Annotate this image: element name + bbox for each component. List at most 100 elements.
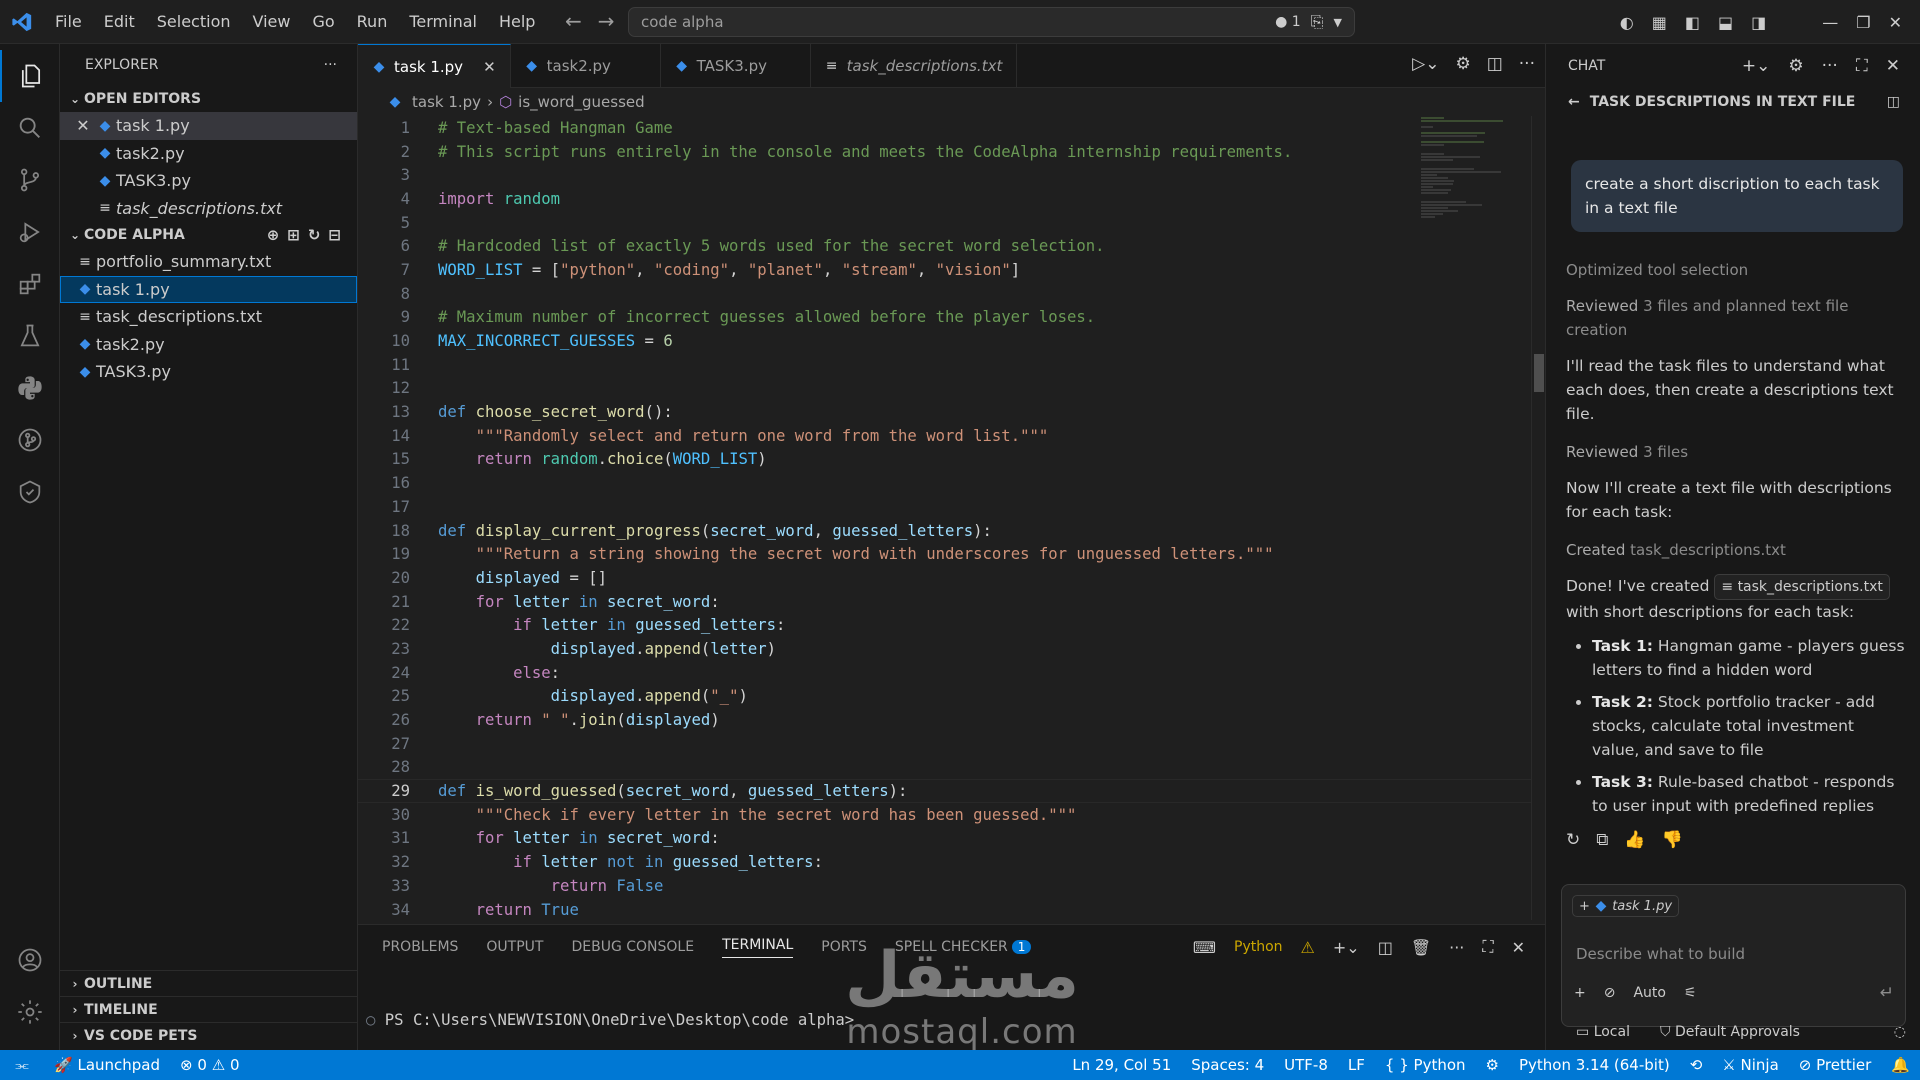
approvals-mode[interactable]: ⛉ Default Approvals bbox=[1660, 1024, 1800, 1040]
breadcrumb-file[interactable]: task 1.py bbox=[412, 93, 481, 111]
open-editor-item[interactable]: ◆ TASK3.py bbox=[60, 167, 357, 195]
panel-tab-debug-console[interactable]: DEBUG CONSOLE bbox=[571, 939, 694, 955]
thumbs-up-icon[interactable]: 👍 bbox=[1624, 828, 1645, 852]
step-detail[interactable]: task_descriptions.txt bbox=[1630, 541, 1786, 559]
editor-tab[interactable]: ≡ task_descriptions.txt bbox=[811, 44, 1018, 88]
language-mode[interactable]: { } Python bbox=[1375, 1056, 1476, 1074]
remote-icon[interactable]: ⫘ bbox=[0, 1050, 44, 1080]
editor-scrollbar[interactable] bbox=[1531, 116, 1545, 920]
close-window-icon[interactable]: ✕ bbox=[1889, 13, 1902, 32]
chat-settings-icon[interactable]: ⚙ bbox=[1788, 56, 1803, 76]
file-tree-item[interactable]: ◆ task 1.py bbox=[60, 275, 357, 303]
minimize-icon[interactable]: — bbox=[1822, 13, 1838, 32]
kill-terminal-icon[interactable]: 🗑 bbox=[1411, 938, 1431, 957]
menu-item-view[interactable]: View bbox=[242, 12, 302, 31]
editor-tab[interactable]: ◆ TASK3.py bbox=[661, 44, 811, 88]
panel-tab-output[interactable]: OUTPUT bbox=[486, 939, 543, 955]
open-editor-item[interactable]: ≡ task_descriptions.txt bbox=[60, 195, 357, 223]
new-chat-icon[interactable]: +⌄ bbox=[1742, 56, 1771, 76]
ninja[interactable]: ⚔ Ninja bbox=[1712, 1056, 1789, 1074]
panel-tab-problems[interactable]: PROBLEMS bbox=[382, 939, 458, 955]
python-icon[interactable] bbox=[0, 362, 60, 414]
notifications-bell-icon[interactable]: 🔔 bbox=[1881, 1056, 1920, 1074]
open-editor-item[interactable]: ◆ task2.py bbox=[60, 140, 357, 168]
send-icon[interactable]: ↵ bbox=[1880, 983, 1894, 1003]
more-actions-icon[interactable]: ··· bbox=[1449, 938, 1464, 957]
menu-item-run[interactable]: Run bbox=[346, 12, 399, 31]
collapse-all-icon[interactable]: ⊟ bbox=[328, 226, 341, 244]
open-editor-item[interactable]: ✕ ◆ task 1.py bbox=[60, 112, 357, 140]
minimap[interactable] bbox=[1421, 116, 1513, 316]
maximize-panel-icon[interactable]: ⛶ bbox=[1482, 937, 1493, 957]
menu-item-go[interactable]: Go bbox=[301, 12, 345, 31]
timeline-header[interactable]: › TIMELINE bbox=[60, 996, 358, 1022]
chat-sessions-icon[interactable]: ◫ bbox=[1887, 94, 1900, 110]
add-attachment-icon[interactable]: + bbox=[1574, 985, 1586, 1001]
chat-input-box[interactable]: + ◆ task 1.py Describe what to build + ⊘… bbox=[1561, 884, 1906, 1027]
local-mode[interactable]: ▭ Local bbox=[1576, 1024, 1630, 1040]
scroll-thumb[interactable] bbox=[1534, 354, 1544, 392]
retry-icon[interactable]: ↻ bbox=[1566, 828, 1580, 852]
file-tree-item[interactable]: ◆ TASK3.py bbox=[60, 358, 357, 386]
layout-customize-icon[interactable]: ▦ bbox=[1652, 13, 1667, 32]
editor-tab[interactable]: ◆ task 1.py ✕ bbox=[358, 44, 511, 88]
chevron-down-icon[interactable]: ▼ bbox=[1334, 16, 1342, 29]
close-panel-icon[interactable]: ✕ bbox=[1512, 938, 1525, 957]
open-editors-header[interactable]: ⌄ OPEN EDITORS bbox=[60, 86, 357, 112]
file-reference-chip[interactable]: ≡ task_descriptions.txt bbox=[1714, 574, 1890, 600]
close-icon[interactable]: ✕ bbox=[72, 116, 94, 135]
encoding[interactable]: UTF-8 bbox=[1274, 1056, 1338, 1074]
new-folder-icon[interactable]: ⊞ bbox=[287, 226, 300, 244]
split-editor-icon[interactable]: ◫ bbox=[1487, 54, 1503, 74]
toggle-secondary-sidebar-icon[interactable]: ◨ bbox=[1751, 13, 1766, 32]
file-tree-item[interactable]: ≡ task_descriptions.txt bbox=[60, 303, 357, 331]
file-tree-item[interactable]: ≡ portfolio_summary.txt bbox=[60, 248, 357, 276]
more-actions-icon[interactable]: ··· bbox=[324, 57, 337, 73]
outline-header[interactable]: › OUTLINE bbox=[60, 970, 358, 996]
thumbs-down-icon[interactable]: 👎 bbox=[1662, 828, 1683, 852]
copilot-icon[interactable]: ⎘ bbox=[1311, 12, 1324, 32]
git-graph-icon[interactable] bbox=[0, 414, 60, 466]
close-tab-icon[interactable]: ✕ bbox=[483, 58, 496, 76]
toggle-sidebar-icon[interactable]: ◧ bbox=[1685, 13, 1700, 32]
run-debug-icon[interactable] bbox=[0, 206, 60, 258]
context-file-chip[interactable]: + ◆ task 1.py bbox=[1572, 895, 1680, 917]
mode-picker[interactable]: Auto bbox=[1633, 985, 1666, 1001]
settings-gear-icon[interactable] bbox=[0, 986, 60, 1038]
restore-icon[interactable]: ❐ bbox=[1856, 13, 1870, 32]
tools-icon[interactable]: ⊘ bbox=[1604, 985, 1616, 1001]
code-editor[interactable]: 1 # Text-based Hangman Game 2 # This script… bbox=[358, 116, 1545, 920]
command-center-search[interactable]: code alpha ● 1 ⎘ ▼ bbox=[628, 7, 1355, 37]
copilot-icon[interactable]: ⚙ bbox=[1455, 54, 1470, 74]
terminal-output[interactable]: ○ PS C:\Users\NEWVISION\OneDrive\Desktop… bbox=[366, 1011, 854, 1029]
cursor-position[interactable]: Ln 29, Col 51 bbox=[1062, 1056, 1181, 1074]
explorer-icon[interactable] bbox=[0, 50, 60, 102]
forward-arrow-icon[interactable]: → bbox=[598, 9, 615, 33]
menu-item-file[interactable]: File bbox=[44, 12, 93, 31]
live-share-icon[interactable]: ⟲ bbox=[1680, 1056, 1713, 1074]
toggle-panel-icon[interactable]: ⬓ bbox=[1718, 13, 1733, 32]
menu-item-selection[interactable]: Selection bbox=[146, 12, 242, 31]
menu-item-help[interactable]: Help bbox=[488, 12, 546, 31]
terminal-shell-icon[interactable]: ⌨ bbox=[1193, 938, 1216, 957]
code-alpha-folder-header[interactable]: ⌄ CODE ALPHA ⊕ ⊞ ↻ ⊟ bbox=[60, 222, 357, 248]
launchpad[interactable]: 🚀 Launchpad bbox=[44, 1056, 170, 1074]
extensions-icon[interactable] bbox=[0, 258, 60, 310]
python-interpreter[interactable]: Python 3.14 (64-bit) bbox=[1509, 1056, 1680, 1074]
editor-tab[interactable]: ◆ task2.py bbox=[511, 44, 661, 88]
vscode-pets-header[interactable]: › VS CODE PETS bbox=[60, 1022, 358, 1048]
maximize-chat-icon[interactable]: ⛶ bbox=[1856, 56, 1868, 76]
back-arrow-icon[interactable]: ← bbox=[565, 9, 582, 33]
end-of-line[interactable]: LF bbox=[1338, 1056, 1375, 1074]
menu-item-terminal[interactable]: Terminal bbox=[398, 12, 488, 31]
problems-count[interactable]: ⊗ 0 ⚠ 0 bbox=[170, 1056, 249, 1074]
configure-tools-icon[interactable]: ⚟ bbox=[1684, 985, 1697, 1001]
account-circle-icon[interactable]: ◐ bbox=[1620, 13, 1634, 32]
terminal-shell-label[interactable]: Python bbox=[1234, 939, 1283, 955]
refresh-icon[interactable]: ↻ bbox=[308, 226, 321, 244]
new-terminal-icon[interactable]: +⌄ bbox=[1333, 938, 1360, 957]
copy-icon[interactable]: ⧉ bbox=[1596, 828, 1608, 852]
menu-item-edit[interactable]: Edit bbox=[93, 12, 146, 31]
panel-tab-terminal[interactable]: TERMINAL bbox=[722, 937, 794, 958]
close-chat-icon[interactable]: ✕ bbox=[1886, 56, 1900, 76]
